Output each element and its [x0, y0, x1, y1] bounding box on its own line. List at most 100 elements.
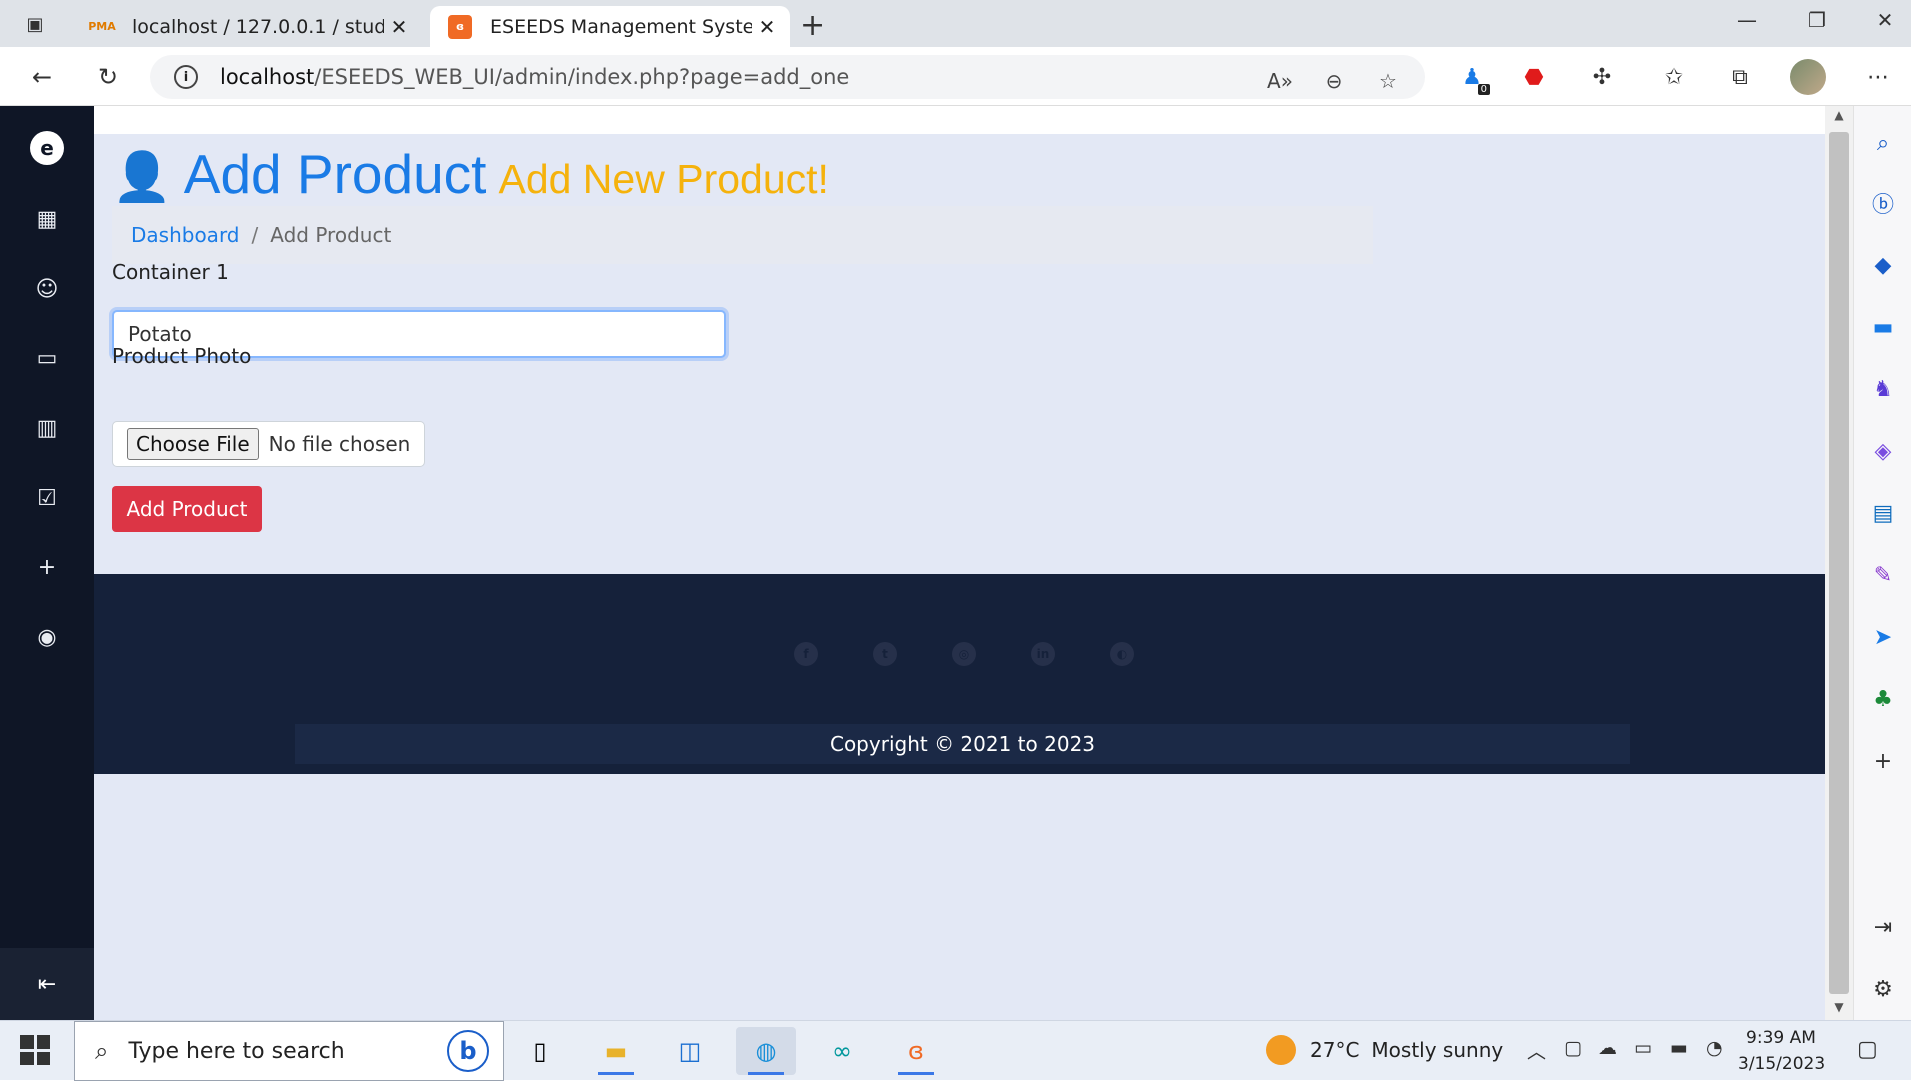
more-menu-icon[interactable]: ⋯	[1862, 61, 1894, 93]
arduino-icon[interactable]: ∞	[812, 1027, 872, 1075]
product-photo-file-input[interactable]: Choose File No file chosen	[112, 421, 425, 467]
sidebar-item-monitor[interactable]: ▭	[0, 338, 94, 378]
monitor-icon: ▭	[36, 345, 58, 371]
taskbar-search[interactable]: ⌕ Type here to search b	[74, 1021, 504, 1081]
designer-icon[interactable]: ✎	[1854, 558, 1911, 592]
page-subtitle: Add New Product!	[498, 156, 829, 202]
sidebar-item-account[interactable]: ◉	[0, 617, 94, 657]
sidebar-item-reports[interactable]: ▥	[0, 408, 94, 448]
outlook-icon[interactable]: ▤	[1854, 496, 1911, 530]
office-icon[interactable]: ◈	[1854, 434, 1911, 468]
page-heading: 👤 Add Product Add New Product!	[112, 142, 829, 206]
sidebar-logo[interactable]: e	[0, 128, 94, 168]
wifi-icon[interactable]: ◔	[1706, 1037, 1723, 1059]
show-hidden-icons-icon[interactable]: ︿	[1527, 1037, 1546, 1064]
refresh-button[interactable]: ↻	[90, 59, 126, 95]
sidebar-item-add[interactable]: +	[0, 547, 94, 587]
camera-icon[interactable]: ▢	[1564, 1037, 1582, 1059]
shopping-tag-icon[interactable]: ◆	[1854, 248, 1911, 282]
close-tab-icon[interactable]: ✕	[752, 15, 782, 39]
plus-icon: +	[37, 554, 57, 580]
page-footer: f t ◎ in ◐ Copyright © 2021 to 2023	[94, 574, 1825, 774]
add-favorite-icon[interactable]: ☆	[1370, 63, 1406, 99]
sidebar-item-users[interactable]: ☺	[0, 269, 94, 309]
telegram-icon[interactable]: ➤	[1854, 620, 1911, 654]
hide-sidebar-icon[interactable]: ⇥	[1854, 910, 1911, 944]
back-button[interactable]: ←	[24, 59, 60, 95]
tab-phpmyadmin[interactable]: PMA localhost / 127.0.0.1 / stud / a_hi …	[72, 6, 422, 47]
clock-time: 9:39 AM	[1746, 1028, 1816, 1048]
games-icon[interactable]: ♞	[1854, 372, 1911, 406]
read-aloud-icon[interactable]: A»	[1262, 63, 1298, 99]
sidebar-item-schedule[interactable]: ☑	[0, 478, 94, 518]
site-info-icon[interactable]: i	[174, 65, 198, 89]
extension-ghost-icon[interactable]: ♟ 0	[1456, 61, 1490, 95]
tab-actions-icon[interactable]: ▣	[20, 10, 50, 38]
adblock-icon[interactable]: ⬣	[1518, 61, 1550, 93]
logout-icon: ⇤	[37, 971, 57, 997]
minimize-button[interactable]: —	[1722, 8, 1772, 32]
scroll-up-icon[interactable]: ▲	[1825, 108, 1853, 128]
taskbar-search-placeholder: Type here to search	[128, 1038, 345, 1064]
dashboard-icon: ▦	[36, 206, 58, 232]
breadcrumb-separator: /	[251, 223, 259, 247]
display-icon[interactable]: ▭	[1634, 1037, 1652, 1059]
edge-search-icon[interactable]: ⌕	[1854, 126, 1911, 160]
tab-title: localhost / 127.0.0.1 / stud / a_hi	[132, 15, 384, 38]
weather-widget[interactable]: 27°C Mostly sunny	[1266, 1035, 1503, 1065]
main-content: 👤 Add Product Add New Product! Dashboard…	[94, 106, 1825, 1020]
choose-file-button[interactable]: Choose File	[127, 428, 259, 460]
facebook-icon[interactable]: f	[794, 642, 818, 666]
tools-icon[interactable]: ▬	[1854, 310, 1911, 344]
scroll-thumb[interactable]	[1829, 132, 1849, 994]
sidebar-settings-icon[interactable]: ⚙	[1854, 972, 1911, 1006]
breadcrumb: Dashboard / Add Product	[112, 206, 1373, 264]
logout-button[interactable]: ⇤	[0, 948, 94, 1020]
app-icon[interactable]: ◫	[660, 1027, 720, 1075]
scroll-down-icon[interactable]: ▼	[1825, 1000, 1853, 1020]
page-scrollbar[interactable]: ▲ ▼	[1825, 106, 1853, 1020]
tab-eseeds[interactable]: ɞ ESEEDS Management System ✕	[430, 6, 790, 47]
close-window-button[interactable]: ✕	[1860, 8, 1910, 32]
account-circle-icon: ◉	[37, 624, 57, 650]
weather-desc: Mostly sunny	[1371, 1038, 1504, 1062]
tree-icon[interactable]: ♣	[1854, 682, 1911, 716]
calendar-check-icon: ☑	[37, 485, 57, 511]
notifications-icon[interactable]: ▢	[1857, 1037, 1878, 1062]
search-icon: ⌕	[95, 1037, 109, 1065]
sidebar-item-dashboard[interactable]: ▦	[0, 199, 94, 239]
bing-chat-icon[interactable]: ⓑ	[1854, 186, 1911, 220]
github-icon[interactable]: ◐	[1110, 642, 1134, 666]
taskbar-clock[interactable]: 9:39 AM 3/15/2023	[1738, 1025, 1825, 1077]
add-product-button[interactable]: Add Product	[112, 486, 262, 532]
new-tab-button[interactable]: +	[800, 8, 825, 43]
twitter-icon[interactable]: t	[873, 642, 897, 666]
url-path: /ESEEDS_WEB_UI/admin/index.php?page=add_…	[314, 65, 850, 89]
edge-icon[interactable]: ◍	[736, 1027, 796, 1075]
add-sidebar-app-icon[interactable]: +	[1854, 744, 1911, 778]
close-tab-icon[interactable]: ✕	[384, 15, 414, 39]
instagram-icon[interactable]: ◎	[952, 642, 976, 666]
linkedin-icon[interactable]: in	[1031, 642, 1055, 666]
file-explorer-icon[interactable]: ▬	[586, 1027, 646, 1075]
bing-icon[interactable]: b	[447, 1030, 489, 1072]
edge-sidebar: ⌕ ⓑ ◆ ▬ ♞ ◈ ▤ ✎ ➤ ♣ + ⇥ ⚙	[1853, 106, 1911, 1020]
xampp-icon[interactable]: ɞ	[886, 1027, 946, 1075]
battery-icon[interactable]: ▬	[1670, 1037, 1688, 1059]
windows-start-icon[interactable]	[20, 1035, 50, 1065]
task-view-icon[interactable]: ▯	[510, 1027, 570, 1075]
url-field[interactable]: i localhost/ESEEDS_WEB_UI/admin/index.ph…	[150, 55, 1425, 99]
restore-button[interactable]: ❐	[1792, 8, 1842, 32]
favorites-icon[interactable]: ✩	[1658, 61, 1690, 93]
extensions-icon[interactable]: ✣	[1586, 61, 1618, 93]
content-area: 👤 Add Product Add New Product! Dashboard…	[94, 134, 1825, 1020]
container-label: Container 1	[112, 260, 229, 284]
breadcrumb-dashboard-link[interactable]: Dashboard	[131, 223, 240, 247]
user-plus-icon: 👤	[112, 149, 172, 205]
collections-icon[interactable]: ⧉	[1724, 61, 1756, 93]
profile-avatar[interactable]	[1790, 59, 1826, 95]
onedrive-icon[interactable]: ☁	[1598, 1037, 1617, 1059]
app-sidebar: e ▦ ☺ ▭ ▥ ☑ + ◉ ⇤	[0, 106, 94, 1020]
extension-badge: 0	[1477, 84, 1490, 95]
zoom-out-icon[interactable]: ⊖	[1316, 63, 1352, 99]
